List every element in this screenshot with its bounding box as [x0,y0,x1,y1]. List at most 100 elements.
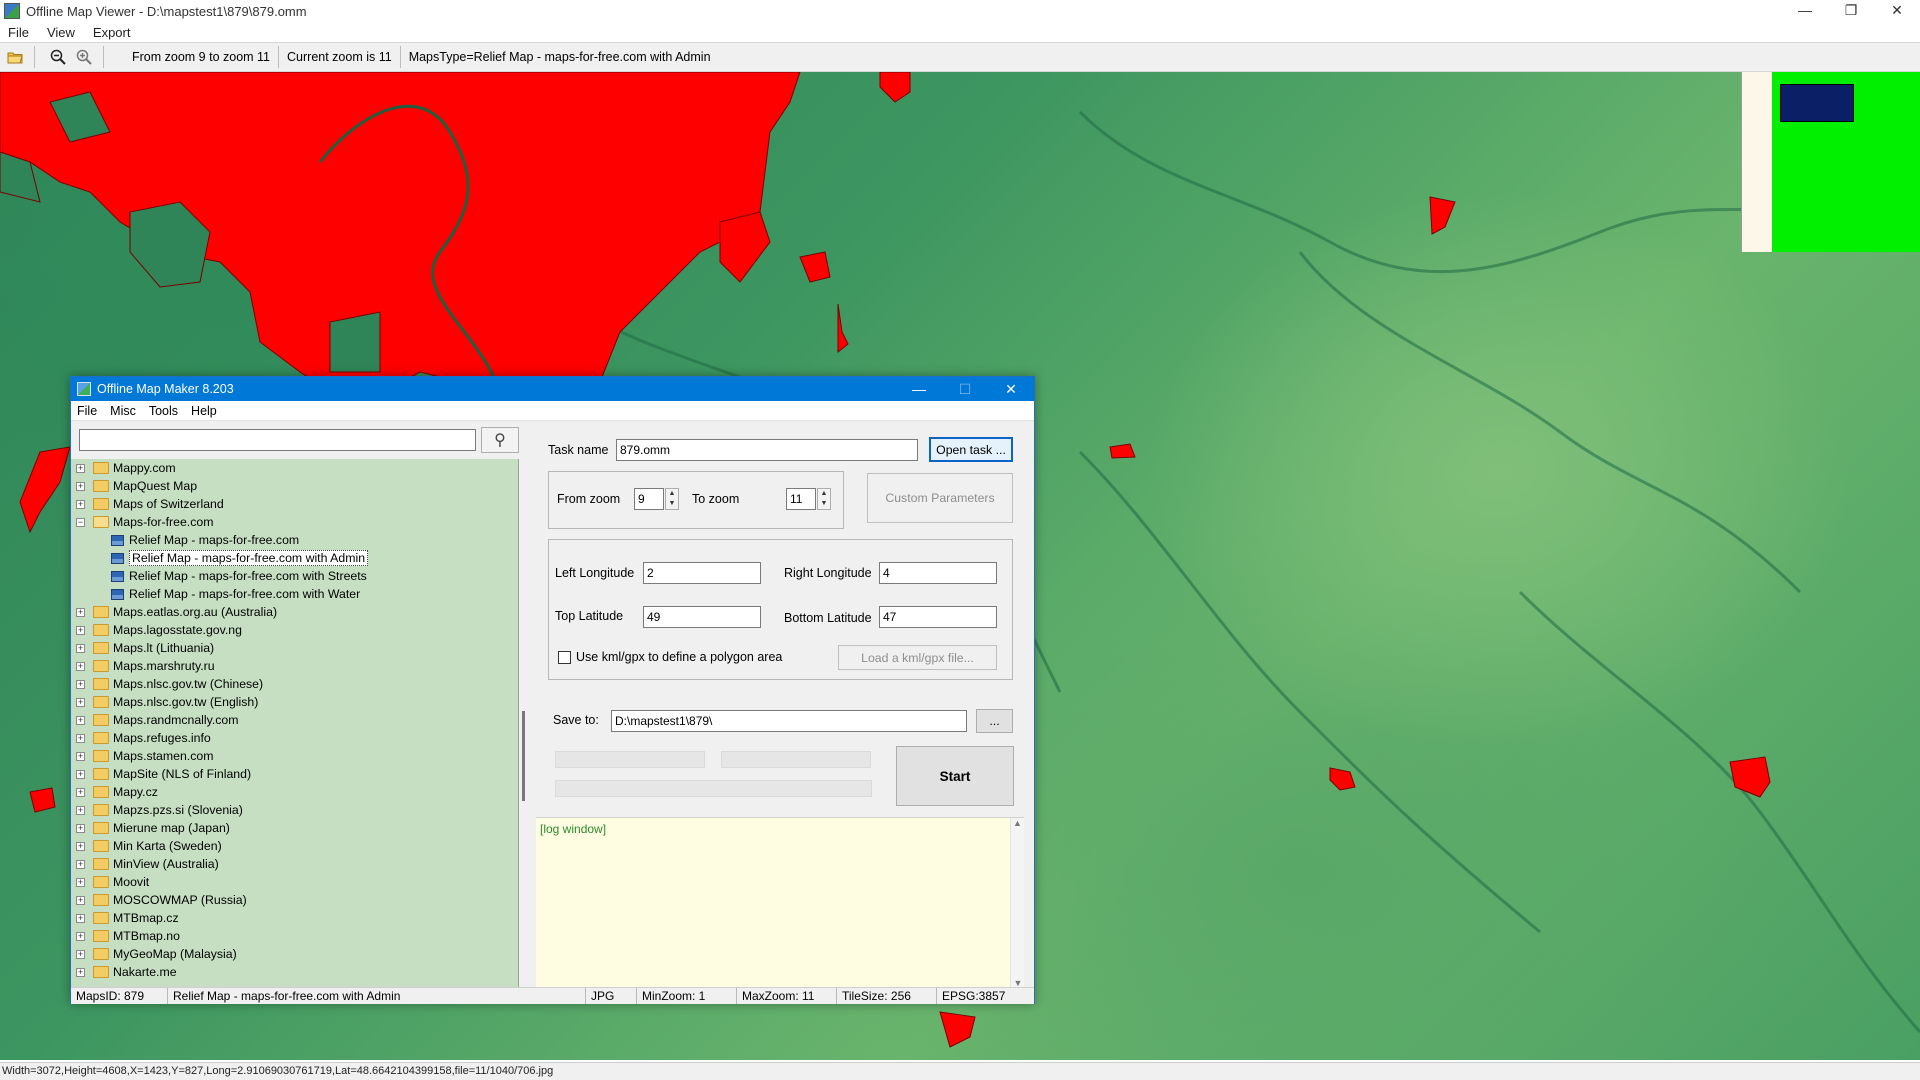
minimize-button[interactable]: — [1782,0,1828,22]
status-maps-id: MapsID: 879 [71,988,168,1004]
search-button[interactable]: ⚲ [481,427,519,453]
overview-minimap[interactable] [1741,72,1920,252]
expand-icon[interactable]: + [76,499,85,509]
expand-icon[interactable]: + [76,859,85,869]
expand-icon[interactable]: + [76,733,85,743]
task-name-input[interactable]: 879.omm [616,439,918,461]
expand-icon[interactable]: + [76,823,85,833]
folder-icon [93,930,109,942]
expand-icon[interactable]: + [76,895,85,905]
tree-folder-item[interactable]: + MapQuest Map [71,477,518,495]
tree-map-item[interactable]: Relief Map - maps-for-free.com with Stre… [71,567,518,585]
tree-folder-item[interactable]: + Maps of Switzerland [71,495,518,513]
scroll-up-icon[interactable]: ▲ [1011,818,1024,828]
tree-folder-item[interactable]: + MTBmap.cz [71,909,518,927]
bottom-latitude-input[interactable]: 47 [879,606,997,628]
restore-button[interactable]: ❐ [1828,0,1874,22]
expand-icon[interactable]: + [76,841,85,851]
start-button[interactable]: Start [896,746,1014,806]
from-zoom-spinner[interactable]: ▲ ▼ [665,488,679,510]
expand-icon[interactable]: + [76,679,85,689]
browse-folder-button[interactable]: ... [976,709,1013,733]
expand-icon[interactable]: + [76,769,85,779]
dialog-menu-tools[interactable]: Tools [149,404,178,418]
tree-folder-item[interactable]: + MapSite (NLS of Finland) [71,765,518,783]
collapse-icon[interactable]: − [76,517,85,527]
folder-open-icon[interactable] [4,46,26,68]
from-zoom-input[interactable]: 9 [634,488,664,510]
tree-folder-item[interactable]: + Mapzs.pzs.si (Slovenia) [71,801,518,819]
top-latitude-input[interactable]: 49 [643,606,761,628]
expand-icon[interactable]: + [76,607,85,617]
tree-folder-item[interactable]: + Maps.marshruty.ru [71,657,518,675]
tree-folder-item[interactable]: + Maps.refuges.info [71,729,518,747]
tree-folder-item[interactable]: + Mapy.cz [71,783,518,801]
right-longitude-input[interactable]: 4 [879,562,997,584]
expand-icon[interactable]: + [76,643,85,653]
save-to-input[interactable]: D:\mapstest1\879\ [611,710,967,732]
to-zoom-input[interactable]: 11 [786,488,816,510]
expand-icon[interactable]: + [76,463,85,473]
expand-icon[interactable]: + [76,931,85,941]
tree-folder-item[interactable]: + MTBmap.no [71,927,518,945]
open-task-button[interactable]: Open task ... [929,437,1013,462]
tree-item-label: Maps.refuges.info [113,731,211,745]
overview-viewport[interactable] [1780,84,1854,122]
tree-folder-item[interactable]: + Maps.lt (Lithuania) [71,639,518,657]
dialog-minimize-button[interactable]: — [896,377,942,401]
folder-icon [93,858,109,870]
menu-export[interactable]: Export [93,25,131,40]
tree-scrollbar[interactable] [522,711,525,801]
kml-polygon-checkbox[interactable] [558,651,571,664]
tree-folder-item[interactable]: + Maps.stamen.com [71,747,518,765]
right-longitude-label: Right Longitude [784,566,872,580]
expand-icon[interactable]: + [76,877,85,887]
dialog-menu-file[interactable]: File [77,404,97,418]
expand-icon[interactable]: + [76,661,85,671]
dialog-close-button[interactable]: ✕ [988,377,1034,401]
menu-view[interactable]: View [47,25,75,40]
log-window[interactable]: [log window] ▲ ▼ [536,817,1024,988]
tree-folder-item[interactable]: + Maps.nlsc.gov.tw (Chinese) [71,675,518,693]
to-zoom-spinner[interactable]: ▲ ▼ [817,488,831,510]
close-button[interactable]: ✕ [1874,0,1920,22]
dialog-title-bar[interactable]: Offline Map Maker 8.203 — ☐ ✕ [71,377,1034,401]
tree-item-label: Maps.eatlas.org.au (Australia) [113,605,278,619]
map-source-tree[interactable]: + Mappy.com + MapQuest Map + Maps of Switzerl… [71,459,519,987]
tree-map-item[interactable]: Relief Map - maps-for-free.com [71,531,518,549]
dialog-menu-help[interactable]: Help [191,404,217,418]
expand-icon[interactable]: + [76,967,85,977]
expand-icon[interactable]: + [76,715,85,725]
expand-icon[interactable]: + [76,787,85,797]
tree-folder-item[interactable]: − Maps-for-free.com [71,513,518,531]
tree-folder-item[interactable]: + Moovit [71,873,518,891]
zoom-out-icon[interactable] [47,46,69,68]
tree-map-item[interactable]: Relief Map - maps-for-free.com with Wate… [71,585,518,603]
tree-folder-item[interactable]: + Mierune map (Japan) [71,819,518,837]
tree-folder-item[interactable]: + Maps.randmcnally.com [71,711,518,729]
dialog-menu-misc[interactable]: Misc [110,404,136,418]
zoom-in-icon[interactable] [73,46,95,68]
expand-icon[interactable]: + [76,949,85,959]
tree-folder-item[interactable]: + Nakarte.me [71,963,518,981]
map-search-input[interactable] [79,429,476,451]
tree-folder-item[interactable]: + Min Karta (Sweden) [71,837,518,855]
expand-icon[interactable]: + [76,481,85,491]
status-map-name: Relief Map - maps-for-free.com with Admi… [168,988,586,1004]
expand-icon[interactable]: + [76,625,85,635]
tree-folder-item[interactable]: + MyGeoMap (Malaysia) [71,945,518,963]
tree-folder-item[interactable]: + Maps.eatlas.org.au (Australia) [71,603,518,621]
expand-icon[interactable]: + [76,697,85,707]
tree-folder-item[interactable]: + MinView (Australia) [71,855,518,873]
left-longitude-input[interactable]: 2 [643,562,761,584]
expand-icon[interactable]: + [76,805,85,815]
expand-icon[interactable]: + [76,751,85,761]
tree-folder-item[interactable]: + MOSCOWMAP (Russia) [71,891,518,909]
tree-map-item[interactable]: Relief Map - maps-for-free.com with Admi… [71,549,518,567]
log-scrollbar[interactable]: ▲ ▼ [1010,818,1024,988]
tree-folder-item[interactable]: + Maps.nlsc.gov.tw (English) [71,693,518,711]
tree-folder-item[interactable]: + Maps.lagosstate.gov.ng [71,621,518,639]
expand-icon[interactable]: + [76,913,85,923]
menu-file[interactable]: File [8,25,29,40]
tree-folder-item[interactable]: + Mappy.com [71,459,518,477]
